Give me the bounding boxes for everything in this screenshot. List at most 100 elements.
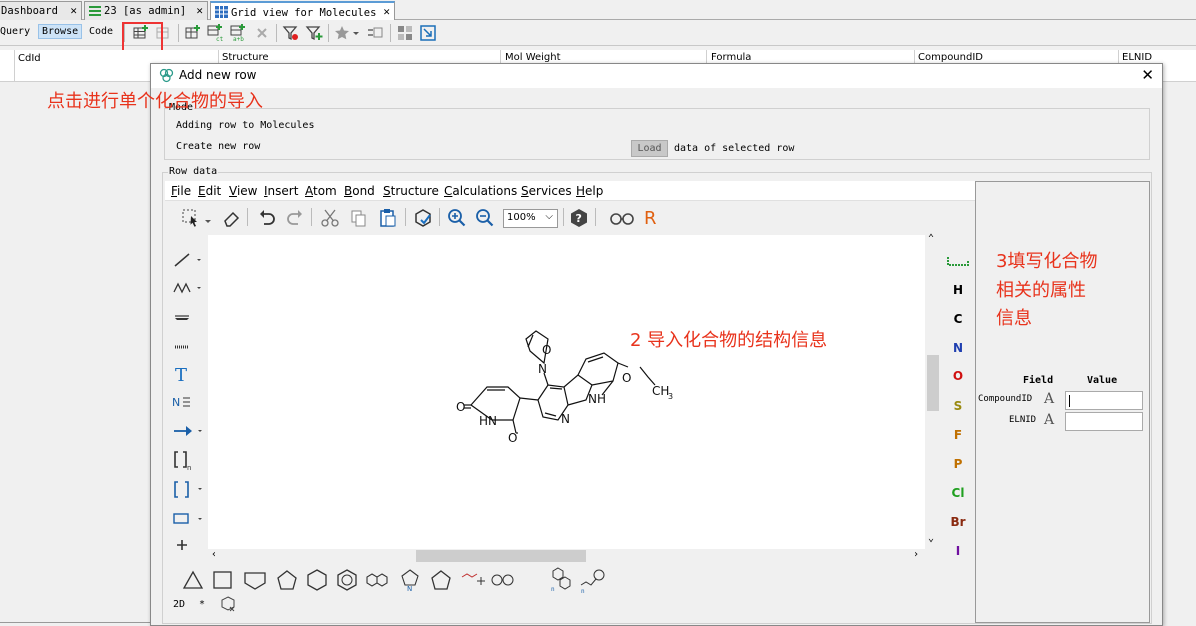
create-new-row-radio[interactable]: Create new row (176, 141, 260, 152)
element-o[interactable]: O (941, 369, 975, 383)
triangle-template-icon[interactable] (181, 569, 205, 591)
add-ct-icon[interactable]: ct (207, 24, 225, 42)
chain-icon[interactable] (172, 279, 202, 297)
scroll-left-icon[interactable]: ‹ (211, 549, 217, 560)
drawing-canvas[interactable]: O HN O N NH O CH 3 O N (208, 235, 925, 549)
linked-template-icon[interactable]: n (579, 567, 609, 593)
naphthalene-template-icon[interactable] (365, 569, 391, 591)
clean-icon[interactable] (219, 595, 237, 613)
plus-icon[interactable] (174, 537, 190, 553)
selection-icon[interactable] (181, 208, 201, 228)
menu-structure[interactable]: Structure (383, 184, 439, 198)
close-icon[interactable]: ✕ (383, 5, 390, 18)
arrow-icon[interactable] (172, 423, 206, 439)
element-br[interactable]: Br (941, 515, 975, 529)
biphenyl-template-icon[interactable] (489, 569, 517, 591)
scroll-thumb[interactable] (416, 550, 586, 562)
copy-icon[interactable] (349, 208, 369, 228)
rectangle-icon[interactable] (172, 511, 206, 527)
menu-services[interactable]: Services (521, 184, 572, 198)
single-bond-icon[interactable] (172, 251, 202, 269)
element-n[interactable]: N (941, 341, 975, 355)
hashed-bond-icon[interactable] (172, 339, 202, 351)
menu-insert[interactable]: Insert (264, 184, 298, 198)
delete-icon[interactable] (253, 24, 271, 42)
element-h[interactable]: H (941, 283, 975, 297)
element-c[interactable]: C (941, 312, 975, 326)
add-rows-icon[interactable] (184, 24, 202, 42)
r-group-icon[interactable]: R (641, 207, 661, 227)
browse-mode[interactable]: Browse (38, 24, 83, 39)
eraser-icon[interactable] (221, 208, 241, 228)
export-icon[interactable] (419, 24, 437, 42)
element-cl[interactable]: Cl (941, 486, 975, 500)
pyrrolidine-template-icon[interactable]: N (397, 567, 423, 593)
close-icon[interactable]: ✕ (196, 4, 203, 17)
zoom-in-icon[interactable] (447, 208, 467, 228)
column-cdid[interactable]: CdId (18, 53, 41, 64)
pentagon-chair-icon[interactable] (243, 569, 267, 591)
elnid-input[interactable] (1065, 412, 1143, 431)
atom-list-icon[interactable]: N (170, 391, 202, 413)
close-icon[interactable]: ✕ (70, 4, 77, 17)
menu-bond[interactable]: Bond (344, 184, 375, 198)
query-mode[interactable]: Query (0, 26, 30, 37)
menu-file[interactable]: File (171, 184, 191, 198)
menu-atom[interactable]: Atom (305, 184, 337, 198)
glasses-icon[interactable] (609, 208, 635, 228)
scroll-up-icon[interactable]: ⌃ (928, 233, 934, 244)
horizontal-scrollbar[interactable]: ‹ › (208, 549, 925, 563)
bracket-icon[interactable] (172, 479, 206, 501)
close-icon[interactable]: ✕ (1141, 66, 1154, 84)
undo-icon[interactable] (257, 208, 277, 228)
menu-calculations[interactable]: Calculations (444, 184, 517, 198)
benzene-template-icon[interactable] (335, 569, 359, 591)
chevron-down-icon[interactable] (351, 24, 361, 42)
column-structure[interactable]: Structure (222, 52, 269, 63)
star-icon[interactable] (334, 24, 352, 42)
tab-dashboard[interactable]: Dashboard ✕ (0, 1, 82, 20)
vertical-scrollbar[interactable]: ⌃ ⌄ (925, 233, 941, 549)
fused-template-icon[interactable]: n (549, 565, 577, 593)
column-mol-weight[interactable]: Mol Weight (505, 52, 561, 63)
load-button[interactable]: Load (631, 140, 668, 157)
menu-help[interactable]: Help (576, 184, 603, 198)
element-p[interactable]: P (941, 457, 975, 471)
list-settings-icon[interactable] (366, 24, 384, 42)
scroll-thumb[interactable] (927, 355, 939, 411)
bracket-n-icon[interactable]: n (172, 449, 202, 471)
tab-23-admin[interactable]: 23 [as admin] ✕ (84, 1, 208, 20)
filter-remove-icon[interactable] (282, 24, 300, 42)
add-atob-icon[interactable]: a+b (230, 24, 248, 42)
element-s[interactable]: S (941, 399, 975, 413)
text-icon[interactable]: T (172, 363, 202, 385)
check-structure-icon[interactable] (413, 208, 433, 228)
paste-icon[interactable] (378, 208, 398, 228)
bond-wedge-icon[interactable] (172, 309, 202, 323)
chevron-down-icon[interactable] (203, 212, 213, 232)
element-i[interactable]: I (941, 544, 975, 558)
menu-view[interactable]: View (229, 184, 257, 198)
scroll-right-icon[interactable]: › (913, 549, 919, 560)
zoom-select[interactable]: 100% ⌵ (503, 209, 558, 228)
pentagon-template-icon[interactable] (275, 569, 299, 591)
dimension-label[interactable]: 2D (173, 599, 185, 610)
layout-icon[interactable] (396, 24, 414, 42)
column-formula[interactable]: Formula (711, 52, 751, 63)
periodic-table-icon[interactable] (946, 255, 970, 267)
hexagon-template-icon[interactable] (305, 569, 329, 591)
tab-grid-view[interactable]: Grid view for Molecules ✕ (210, 1, 395, 20)
stereo-star[interactable]: * (199, 599, 205, 610)
chain-template-icon[interactable] (459, 569, 487, 591)
menu-edit[interactable]: Edit (198, 184, 221, 198)
code-mode[interactable]: Code (89, 26, 113, 37)
square-template-icon[interactable] (211, 569, 235, 591)
element-f[interactable]: F (941, 428, 975, 442)
zoom-out-icon[interactable] (475, 208, 495, 228)
help-icon[interactable]: ? (569, 208, 589, 228)
column-compoundid[interactable]: CompoundID (918, 52, 983, 63)
redo-icon[interactable] (285, 208, 305, 228)
filter-add-icon[interactable] (305, 24, 323, 42)
cut-icon[interactable] (320, 208, 340, 228)
compoundid-input[interactable] (1065, 391, 1143, 410)
